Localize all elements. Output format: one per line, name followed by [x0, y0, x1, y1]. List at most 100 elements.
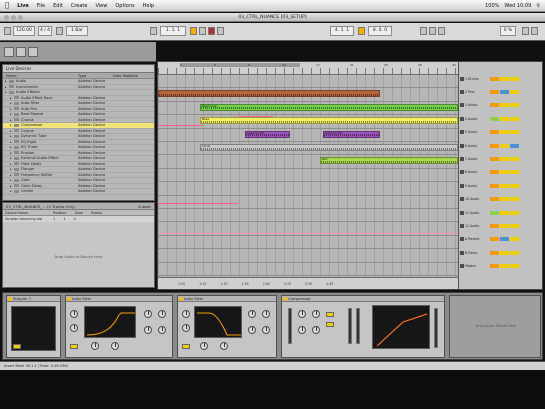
envelope-amount-knob-2[interactable] [248, 310, 256, 318]
output-gain-fader[interactable] [356, 308, 360, 344]
track-name[interactable]: 8 Audio [465, 170, 489, 174]
track-volume-cell[interactable] [490, 183, 499, 188]
track-lane[interactable] [158, 222, 458, 236]
track-activator-icon[interactable] [460, 197, 464, 202]
filter-curve-display-2[interactable] [194, 306, 242, 338]
rms-button[interactable] [326, 322, 334, 327]
time-ruler-bottom[interactable]: 1:00 1:15 1:30 1:45 2:00 2:15 2:30 2:45 [158, 277, 458, 289]
track-solo-button[interactable] [500, 156, 509, 161]
file-row[interactable]: Simpler bouncing.alp 1 1 0 [3, 216, 154, 222]
arrangement-clip[interactable]: Lead Synth [245, 130, 290, 138]
track-activator-icon[interactable] [460, 237, 464, 242]
track-solo-button[interactable] [500, 264, 509, 269]
filter-curve-display[interactable] [84, 306, 136, 338]
track-name[interactable]: B Delay [465, 251, 489, 255]
track-solo-button[interactable] [500, 130, 509, 135]
simpler-toggle[interactable] [13, 344, 21, 349]
menu-file[interactable]: File [37, 3, 45, 9]
browser-col-type[interactable]: Type [78, 74, 113, 78]
stop-button[interactable] [199, 27, 206, 35]
track-volume-cell[interactable] [490, 197, 499, 202]
filter-lp-button[interactable] [70, 344, 78, 349]
track-activator-icon[interactable] [460, 223, 464, 228]
file-col-gate[interactable]: Gate [75, 211, 83, 215]
spotlight-icon[interactable]: ⚲ [536, 3, 540, 9]
track-volume-cell[interactable] [490, 264, 499, 269]
disclosure-triangle-icon[interactable]: ▸ [10, 145, 12, 149]
disclosure-triangle-icon[interactable]: ▸ [10, 107, 12, 111]
time-signature-field[interactable]: 4 / 4 [38, 26, 52, 36]
track-name[interactable]: 11 Audio [465, 211, 489, 215]
arrangement-position-field[interactable]: 1. 1. 1 [160, 26, 186, 36]
track-name[interactable]: 10 Audio [465, 197, 489, 201]
disclosure-triangle-icon[interactable]: ▸ [10, 118, 12, 122]
disclosure-triangle-icon[interactable]: ▸ [5, 79, 7, 83]
browser-search-field[interactable]: Live Devices [3, 66, 31, 71]
track-volume-cell[interactable] [490, 210, 499, 215]
menu-view[interactable]: View [95, 3, 107, 9]
track-lane[interactable] [158, 196, 458, 209]
zoom-window-icon[interactable] [18, 15, 23, 20]
device-power-icon[interactable] [8, 297, 12, 301]
disclosure-triangle-icon[interactable]: ▸ [10, 173, 12, 177]
lookahead-knob[interactable] [312, 326, 320, 334]
menubar-clock[interactable]: Wed 10:09 [504, 3, 531, 9]
disclosure-triangle-icon[interactable]: ▸ [10, 151, 12, 155]
file-browser-subset[interactable]: Subset [138, 204, 151, 209]
overdub-button[interactable] [217, 27, 224, 35]
menu-create[interactable]: Create [71, 3, 88, 9]
track-arm-button[interactable] [510, 116, 519, 121]
track-arm-button[interactable] [510, 170, 519, 175]
file-col-status[interactable]: Status [91, 211, 102, 215]
track-solo-button[interactable] [500, 143, 509, 148]
track-name[interactable]: 12 Audio [465, 224, 489, 228]
track-activator-icon[interactable] [460, 210, 464, 215]
disclosure-triangle-icon[interactable]: ▸ [10, 140, 12, 144]
track-name[interactable]: 7 Audio [465, 157, 489, 161]
browser-item[interactable]: ▸ Limiter Ableton Device [3, 189, 154, 195]
track-arm-button[interactable] [510, 156, 519, 161]
track-name[interactable]: 9 Audio [465, 184, 489, 188]
device-power-icon[interactable] [283, 297, 287, 301]
track-solo-button[interactable] [500, 76, 509, 81]
follow-button[interactable] [150, 27, 157, 35]
resonance-knob-2[interactable] [220, 342, 228, 350]
filter-type-knob-2[interactable] [182, 310, 190, 318]
track-volume-cell[interactable] [490, 156, 499, 161]
track-name[interactable]: 3 Audio [465, 103, 489, 107]
track-solo-button[interactable] [500, 250, 509, 255]
browser-col-name[interactable]: Name [3, 74, 78, 78]
menu-edit[interactable]: Edit [53, 3, 63, 9]
tap-tempo-button[interactable] [4, 27, 11, 35]
draw-mode-button[interactable] [420, 27, 427, 35]
track-activator-icon[interactable] [460, 143, 464, 148]
frequency-knob-2[interactable] [200, 342, 208, 350]
track-solo-button[interactable] [500, 103, 509, 108]
track-activator-icon[interactable] [460, 130, 464, 135]
device-name[interactable]: Compressor [288, 296, 311, 301]
track-solo-button[interactable] [500, 223, 509, 228]
midi-map-button[interactable] [438, 27, 445, 35]
arrangement-clip[interactable] [158, 90, 380, 98]
disclosure-triangle-icon[interactable]: ▸ [10, 189, 12, 193]
track-name[interactable]: 6 Audio [465, 144, 489, 148]
disclosure-triangle-icon[interactable]: ▸ [10, 112, 12, 116]
track-volume-cell[interactable] [490, 103, 499, 108]
release-knob-2[interactable] [262, 326, 270, 334]
track-name[interactable]: 1 Drums [465, 77, 489, 81]
tempo-field[interactable]: 120.00 [13, 26, 35, 36]
close-window-icon[interactable] [4, 15, 9, 20]
track-name[interactable]: A Reverb [465, 237, 489, 241]
compressor-transfer-display[interactable] [372, 305, 430, 349]
disclosure-triangle-icon[interactable]: ▸ [10, 178, 12, 182]
release-knob-comp[interactable] [298, 326, 306, 334]
track-arm-button[interactable] [510, 250, 519, 255]
loop-switch[interactable] [358, 27, 365, 35]
disclosure-triangle-icon[interactable]: ▸ [10, 156, 12, 160]
browser-device-tab[interactable] [4, 47, 14, 57]
menu-app-live[interactable]: Live [17, 3, 29, 9]
browser-file-tab[interactable] [28, 47, 38, 57]
track-lane[interactable] [158, 169, 458, 183]
track-activator-icon[interactable] [460, 183, 464, 188]
effects-drop-area[interactable]: Drop Audio Effects Here [449, 295, 541, 358]
